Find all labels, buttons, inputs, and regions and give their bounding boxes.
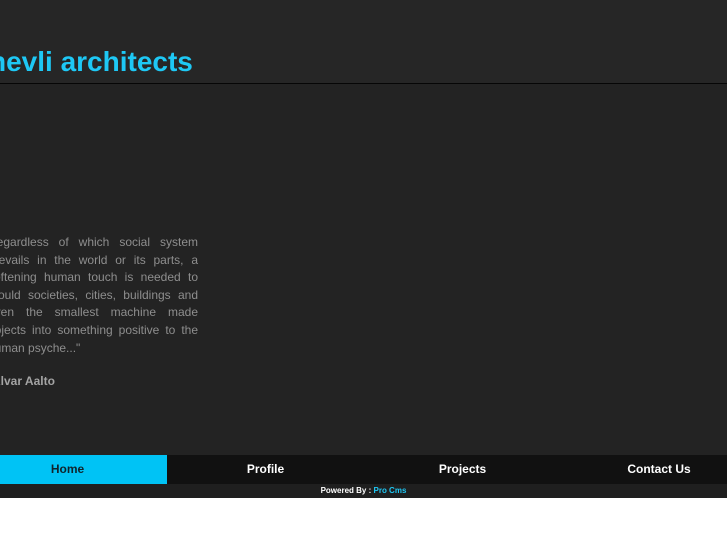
footer-powered-by-label: Powered By : — [320, 486, 372, 495]
main-navigation: Home Profile Projects Contact Us — [0, 455, 727, 484]
page: hevli architects Regardless of which soc… — [0, 0, 727, 545]
quote-author: Alvar Aalto — [0, 374, 55, 388]
quote-text: Regardless of which social system prevai… — [0, 235, 198, 355]
nav-item-profile[interactable]: Profile — [167, 455, 364, 484]
nav-item-home[interactable]: Home — [0, 455, 167, 484]
site-footer: Powered By : Pro Cms — [0, 484, 727, 498]
site-header: hevli architects — [0, 0, 727, 83]
site-title[interactable]: hevli architects — [0, 44, 193, 80]
nav-item-contact-us[interactable]: Contact Us — [561, 455, 727, 484]
main-content: Regardless of which social system prevai… — [0, 84, 727, 455]
nav-item-projects[interactable]: Projects — [364, 455, 561, 484]
page-background — [0, 498, 727, 545]
footer-pro-cms-link[interactable]: Pro Cms — [374, 486, 407, 495]
